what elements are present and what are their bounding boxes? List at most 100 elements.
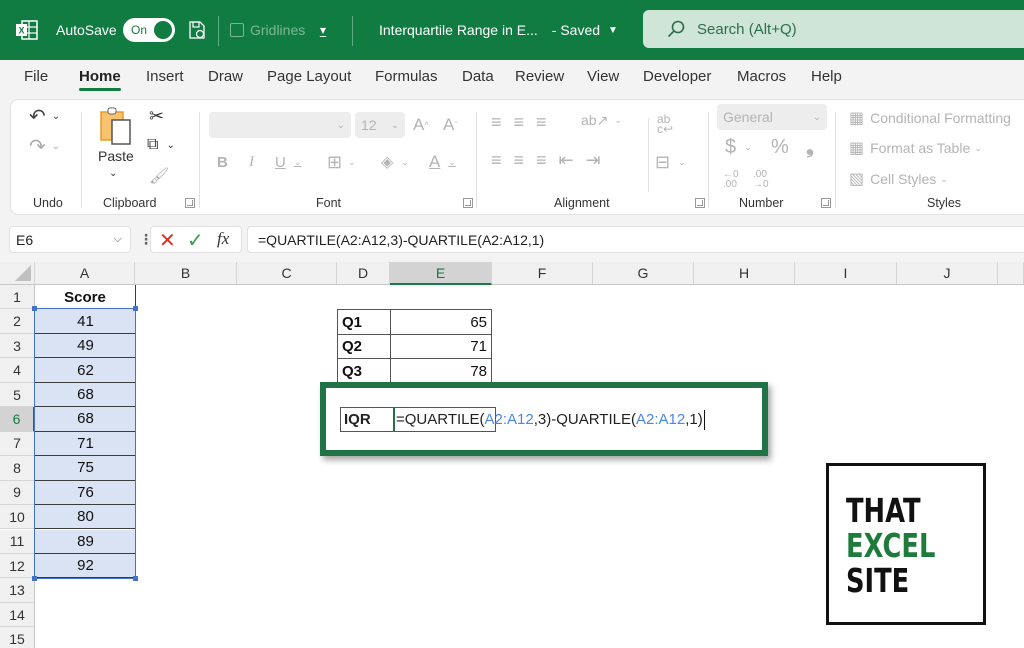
decrease-font-icon[interactable]: Aˇ xyxy=(443,115,457,135)
row-header-11[interactable]: 11 xyxy=(0,529,35,554)
score-cell[interactable]: 68 xyxy=(35,382,136,408)
orientation-icon[interactable]: ab↗ ⌄ xyxy=(581,112,622,129)
row-header-9[interactable]: 9 xyxy=(0,480,35,506)
chevron-down-icon[interactable]: ⌄ xyxy=(109,168,117,179)
enter-icon[interactable]: ✓ xyxy=(187,228,204,253)
tab-draw[interactable]: Draw xyxy=(208,68,243,85)
increase-decimal-icon[interactable]: ←0.00 xyxy=(723,170,739,190)
format-as-table-button[interactable]: ▦ Format as Table ⌄ xyxy=(849,138,982,158)
column-header-h[interactable]: H xyxy=(694,262,795,285)
font-color-icon[interactable]: A ⌄ xyxy=(429,152,456,172)
bold-button[interactable]: B xyxy=(217,154,228,171)
score-cell[interactable]: 68 xyxy=(35,407,136,432)
column-header-c[interactable]: C xyxy=(237,262,337,285)
customize-qat-icon[interactable]: ▾̲ xyxy=(320,0,326,60)
row-header-2[interactable]: 2 xyxy=(0,309,35,334)
tab-page-layout[interactable]: Page Layout xyxy=(267,68,351,85)
score-cell[interactable]: 71 xyxy=(35,431,136,457)
search-input[interactable]: Search (Alt+Q) xyxy=(643,10,1024,48)
quartile-value-cell[interactable]: 65 xyxy=(390,309,492,335)
borders-icon[interactable]: ⊞ ⌄ xyxy=(327,152,356,173)
redo-button[interactable]: ↷ ⌄ xyxy=(29,134,60,159)
column-header-j[interactable]: J xyxy=(897,262,998,285)
conditional-formatting-button[interactable]: ▦ Conditional Formatting xyxy=(849,108,1011,128)
row-header-13[interactable]: 13 xyxy=(0,578,35,603)
name-box[interactable]: E6 ⌵ xyxy=(9,226,131,253)
formula-input[interactable]: =QUARTILE(A2:A12,3)-QUARTILE(A2:A12,1) xyxy=(247,226,1024,253)
number-launcher-icon[interactable] xyxy=(821,198,831,208)
tab-data[interactable]: Data xyxy=(462,68,494,85)
decrease-decimal-icon[interactable]: .00 →0 xyxy=(753,170,769,190)
row-header-15[interactable]: 15 xyxy=(0,627,35,648)
column-header-k[interactable] xyxy=(998,262,1024,285)
score-cell[interactable]: 92 xyxy=(35,553,136,579)
fill-color-icon[interactable]: ◈ ⌄ xyxy=(381,152,409,172)
select-all-button[interactable] xyxy=(0,262,35,285)
tab-developer[interactable]: Developer xyxy=(643,68,711,85)
insert-function-icon[interactable]: fx xyxy=(217,229,229,249)
font-name-dropdown[interactable]: ⌄ xyxy=(209,112,351,138)
autosave-toggle[interactable]: On xyxy=(123,18,175,42)
row-header-12[interactable]: 12 xyxy=(0,553,35,579)
column-header-i[interactable]: I xyxy=(795,262,897,285)
column-header-e[interactable]: E xyxy=(390,262,492,285)
score-cell[interactable]: 89 xyxy=(35,529,136,554)
underline-button[interactable]: U ⌄ xyxy=(275,154,301,171)
clipboard-launcher-icon[interactable] xyxy=(185,198,195,208)
tab-view[interactable]: View xyxy=(587,68,619,85)
score-cell[interactable]: 75 xyxy=(35,456,136,481)
tab-insert[interactable]: Insert xyxy=(146,68,184,85)
row-header-7[interactable]: 7 xyxy=(0,431,35,457)
tab-review[interactable]: Review xyxy=(515,68,564,85)
row-header-6[interactable]: 6 xyxy=(0,407,35,432)
save-sync-icon[interactable] xyxy=(188,0,206,60)
font-launcher-icon[interactable] xyxy=(463,198,473,208)
tab-macros[interactable]: Macros xyxy=(737,68,786,85)
alignment-launcher-icon[interactable] xyxy=(695,198,705,208)
horizontal-align-icons[interactable]: ≡≡≡⇤⇥ xyxy=(491,150,613,171)
tab-formulas[interactable]: Formulas xyxy=(375,68,438,85)
quartile-label-cell[interactable]: Q2 xyxy=(337,333,391,360)
wrap-text-icon[interactable]: ab c↩ xyxy=(657,113,673,135)
score-cell[interactable]: 41 xyxy=(35,309,136,334)
increase-font-icon[interactable]: A ^ xyxy=(413,115,429,135)
column-header-d[interactable]: D xyxy=(337,262,390,285)
italic-button[interactable]: I xyxy=(249,154,254,171)
tab-help[interactable]: Help xyxy=(811,68,842,85)
quartile-value-cell[interactable]: 71 xyxy=(390,333,492,360)
quartile-value-cell[interactable]: 78 xyxy=(390,358,492,384)
row-header-5[interactable]: 5 xyxy=(0,382,35,408)
format-painter-icon[interactable]: 🖌 xyxy=(149,166,169,186)
score-header-cell[interactable]: Score xyxy=(35,285,136,309)
font-size-dropdown[interactable]: 12 ⌄ xyxy=(355,112,405,138)
row-header-1[interactable]: 1 xyxy=(0,285,35,310)
column-header-b[interactable]: B xyxy=(135,262,237,285)
vertical-align-icons[interactable]: ≡≡≡ xyxy=(491,112,559,133)
merge-center-icon[interactable]: ⊟ ⌄ xyxy=(655,152,686,173)
quartile-label-cell[interactable]: Q1 xyxy=(337,309,391,335)
currency-icon[interactable]: $ ⌄ xyxy=(725,136,752,159)
document-title[interactable]: Interquartile Range in E... - Saved ▼ xyxy=(379,0,618,60)
row-header-3[interactable]: 3 xyxy=(0,333,35,359)
tab-home[interactable]: Home xyxy=(79,68,121,91)
score-cell[interactable]: 76 xyxy=(35,480,136,506)
row-header-14[interactable]: 14 xyxy=(0,602,35,628)
column-header-f[interactable]: F xyxy=(492,262,593,285)
cancel-icon[interactable]: ✕ xyxy=(159,228,176,253)
column-header-g[interactable]: G xyxy=(593,262,694,285)
cut-icon[interactable]: ✂ xyxy=(149,106,164,127)
quartile-label-cell[interactable]: Q3 xyxy=(337,358,391,384)
score-cell[interactable]: 49 xyxy=(35,333,136,359)
copy-icon[interactable]: ⧉ ⌄ xyxy=(147,136,175,154)
percent-icon[interactable]: % xyxy=(771,136,789,159)
score-cell[interactable]: 80 xyxy=(35,505,136,530)
iqr-label-cell[interactable]: IQR xyxy=(340,407,394,432)
row-header-10[interactable]: 10 xyxy=(0,505,35,530)
row-header-4[interactable]: 4 xyxy=(0,358,35,383)
chevron-down-icon[interactable]: ⌵ xyxy=(114,233,122,246)
comma-style-icon[interactable]: ❟ xyxy=(806,136,814,159)
row-header-8[interactable]: 8 xyxy=(0,456,35,481)
column-header-a[interactable]: A xyxy=(35,262,135,285)
tab-file[interactable]: File xyxy=(24,68,48,85)
gridlines-checkbox[interactable]: Gridlines xyxy=(230,0,305,60)
